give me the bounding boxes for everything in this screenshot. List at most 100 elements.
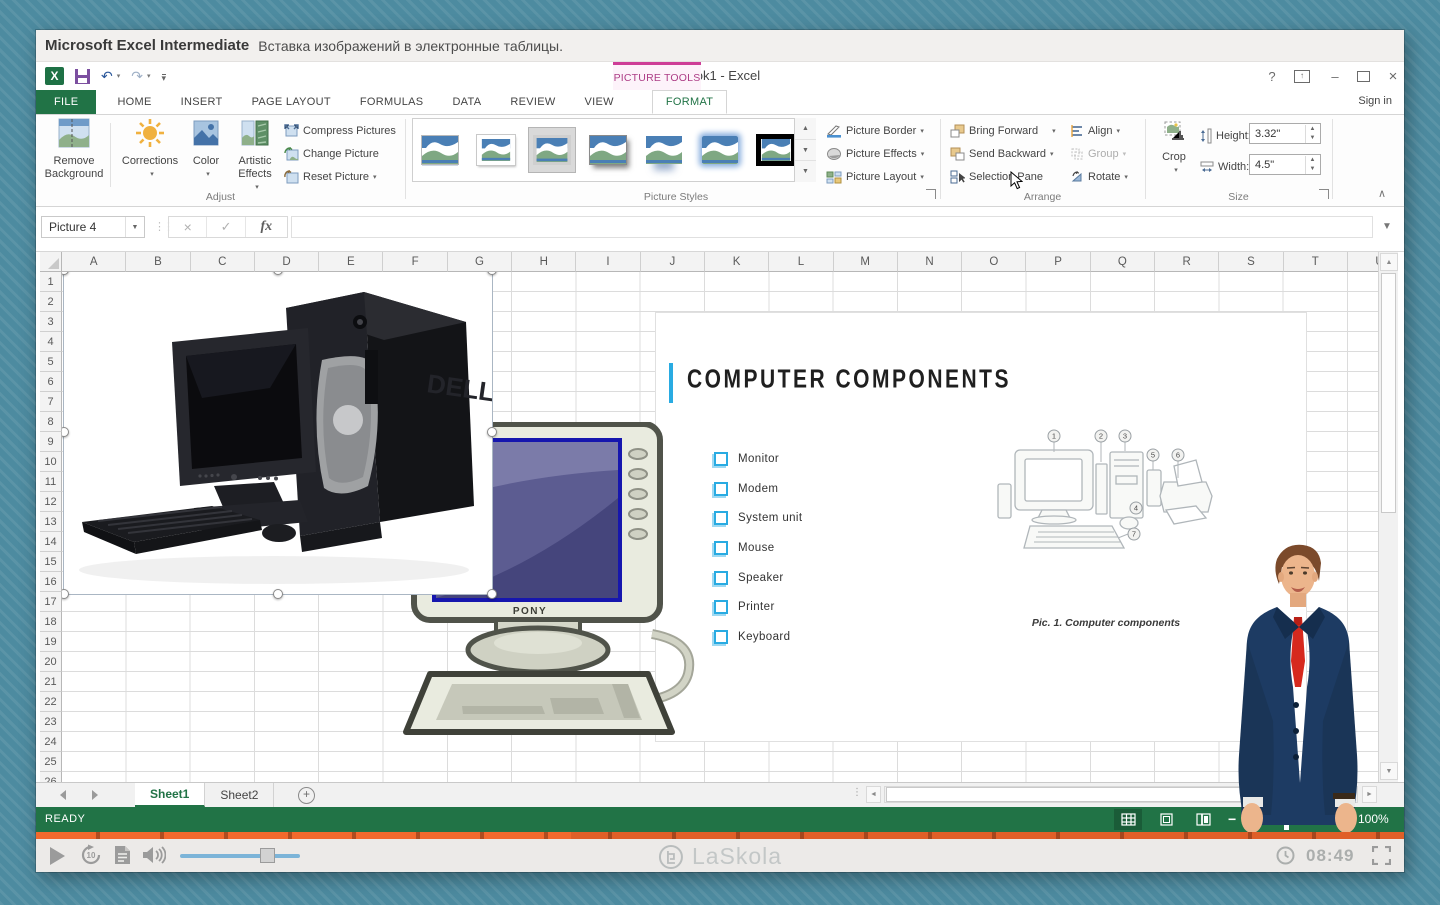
- row-header-13[interactable]: 13: [40, 512, 62, 532]
- volume-slider-track[interactable]: [180, 854, 300, 858]
- row-header-1[interactable]: 1: [40, 272, 62, 292]
- volume-icon[interactable]: [142, 845, 166, 870]
- enter-icon[interactable]: ✓: [207, 217, 245, 237]
- excel-app-icon[interactable]: X: [45, 67, 64, 85]
- bring-forward-button[interactable]: Bring Forward ▾: [950, 120, 1056, 141]
- ribbon-tab-data[interactable]: DATA: [439, 90, 494, 114]
- save-icon[interactable]: [75, 69, 90, 84]
- vertical-scrollbar[interactable]: ▲ ▼: [1378, 252, 1398, 782]
- sheet-tab-sheet1[interactable]: Sheet1: [135, 783, 205, 807]
- page-layout-view-icon[interactable]: [1152, 809, 1180, 830]
- align-button[interactable]: Align ▾: [1070, 120, 1120, 141]
- gallery-scroll-down-icon[interactable]: ▼: [795, 140, 816, 162]
- contextual-tab-group-picture-tools[interactable]: PICTURE TOOLS: [613, 62, 701, 90]
- ribbon-tab-view[interactable]: VIEW: [572, 90, 627, 114]
- reset-picture-button[interactable]: Reset Picture ▾: [284, 166, 377, 187]
- select-all-corner[interactable]: [40, 252, 62, 272]
- ribbon-tab-page-layout[interactable]: PAGE LAYOUT: [239, 90, 344, 114]
- row-header-11[interactable]: 11: [40, 472, 62, 492]
- picture-effects-button[interactable]: Picture Effects ▾: [826, 143, 924, 164]
- column-header-N[interactable]: N: [898, 252, 962, 272]
- vertical-scroll-thumb[interactable]: [1381, 273, 1396, 513]
- column-header-I[interactable]: I: [576, 252, 640, 272]
- column-header-J[interactable]: J: [641, 252, 705, 272]
- row-header-15[interactable]: 15: [40, 552, 62, 572]
- fullscreen-icon[interactable]: [1372, 846, 1391, 870]
- picture-style-thumbnail-6[interactable]: [697, 128, 743, 172]
- row-header-7[interactable]: 7: [40, 392, 62, 412]
- row-header-24[interactable]: 24: [40, 732, 62, 752]
- sheet-tab-sheet2[interactable]: Sheet2: [205, 783, 274, 807]
- row-header-21[interactable]: 21: [40, 672, 62, 692]
- redo-caret-icon[interactable]: ▾: [147, 72, 151, 80]
- new-sheet-icon[interactable]: +: [298, 787, 315, 804]
- picture-layout-button[interactable]: Picture Layout ▾: [826, 166, 924, 187]
- picture-style-thumbnail-7[interactable]: [753, 128, 799, 172]
- undo-caret-icon[interactable]: ▾: [117, 72, 121, 80]
- row-header-23[interactable]: 23: [40, 712, 62, 732]
- sign-in-link[interactable]: Sign in: [1358, 95, 1392, 107]
- picture-style-thumbnail-2[interactable]: [473, 128, 519, 172]
- column-header-L[interactable]: L: [769, 252, 833, 272]
- crop-button[interactable]: Crop ▾: [1152, 118, 1196, 177]
- ribbon-tab-format[interactable]: FORMAT: [652, 90, 727, 114]
- close-icon[interactable]: ×: [1382, 66, 1404, 86]
- cancel-icon[interactable]: ×: [169, 217, 207, 237]
- row-header-12[interactable]: 12: [40, 492, 62, 512]
- player-progress-bar[interactable]: [36, 832, 1404, 839]
- column-header-G[interactable]: G: [448, 252, 512, 272]
- insert-function-icon[interactable]: fx: [246, 217, 287, 237]
- color-button[interactable]: Color ▾: [184, 118, 228, 181]
- picture-border-button[interactable]: Picture Border ▾: [826, 120, 924, 141]
- scroll-down-icon[interactable]: ▼: [1380, 762, 1398, 780]
- picture-slide-computer-components[interactable]: COMPUTER COMPONENTS MonitorModemSystem u…: [655, 312, 1307, 742]
- send-backward-button[interactable]: Send Backward ▾: [950, 143, 1054, 164]
- undo-icon[interactable]: ↶: [101, 69, 113, 83]
- ribbon-tab-insert[interactable]: INSERT: [168, 90, 236, 114]
- row-header-19[interactable]: 19: [40, 632, 62, 652]
- picture-style-thumbnail-4[interactable]: [585, 128, 631, 172]
- column-header-C[interactable]: C: [191, 252, 255, 272]
- column-header-M[interactable]: M: [834, 252, 898, 272]
- row-header-3[interactable]: 3: [40, 312, 62, 332]
- collapse-ribbon-icon[interactable]: ∧: [1378, 187, 1386, 200]
- width-spinner[interactable]: ▲▼: [1305, 156, 1319, 174]
- play-icon[interactable]: [50, 847, 65, 865]
- corrections-button[interactable]: Corrections ▾: [120, 118, 180, 181]
- artistic-effects-button[interactable]: Artistic Effects ▾: [230, 118, 280, 194]
- row-header-8[interactable]: 8: [40, 412, 62, 432]
- column-header-Q[interactable]: Q: [1091, 252, 1155, 272]
- picture-style-thumbnail-1[interactable]: [417, 128, 463, 172]
- selection-pane-button[interactable]: Selection Pane: [950, 166, 1043, 187]
- row-header-18[interactable]: 18: [40, 612, 62, 632]
- row-header-16[interactable]: 16: [40, 572, 62, 592]
- ribbon-tab-formulas[interactable]: FORMULAS: [347, 90, 437, 114]
- column-header-D[interactable]: D: [255, 252, 319, 272]
- tab-scroll-splitter[interactable]: ⋮: [852, 787, 862, 798]
- gallery-more-icon[interactable]: ▼: [795, 161, 816, 182]
- row-header-14[interactable]: 14: [40, 532, 62, 552]
- row-header-5[interactable]: 5: [40, 352, 62, 372]
- row-header-10[interactable]: 10: [40, 452, 62, 472]
- column-header-A[interactable]: A: [62, 252, 126, 272]
- row-header-2[interactable]: 2: [40, 292, 62, 312]
- row-header-20[interactable]: 20: [40, 652, 62, 672]
- row-header-6[interactable]: 6: [40, 372, 62, 392]
- column-header-O[interactable]: O: [962, 252, 1026, 272]
- rotate-button[interactable]: Rotate ▾: [1070, 166, 1128, 187]
- picture-style-thumbnail-3[interactable]: [529, 128, 575, 172]
- volume-slider-handle[interactable]: [260, 848, 275, 863]
- column-header-T[interactable]: T: [1284, 252, 1348, 272]
- picture-styles-dialog-launcher-icon[interactable]: [926, 189, 936, 199]
- height-input[interactable]: 3.32" ▲▼: [1249, 123, 1321, 144]
- ribbon-display-options-icon[interactable]: ↑: [1291, 66, 1313, 86]
- column-header-H[interactable]: H: [512, 252, 576, 272]
- row-header-22[interactable]: 22: [40, 692, 62, 712]
- gallery-scroll-up-icon[interactable]: ▲: [795, 118, 816, 140]
- ribbon-tab-review[interactable]: REVIEW: [497, 90, 568, 114]
- name-box-caret-icon[interactable]: ▼: [125, 217, 144, 237]
- row-header-17[interactable]: 17: [40, 592, 62, 612]
- column-header-S[interactable]: S: [1219, 252, 1283, 272]
- row-header-26[interactable]: 26: [40, 772, 62, 782]
- help-icon[interactable]: ?: [1261, 66, 1283, 86]
